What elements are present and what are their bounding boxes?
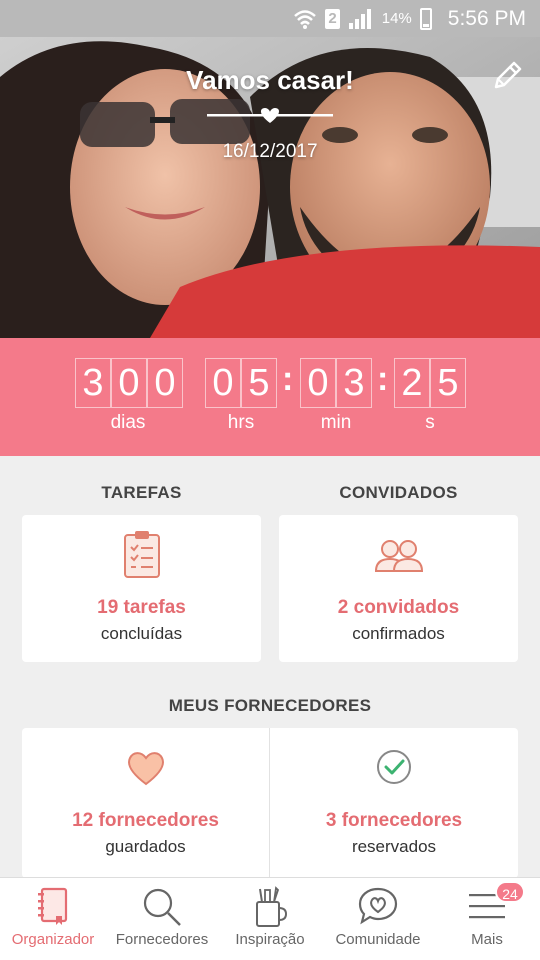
couple-photo-header[interactable]: Vamos casar! 16/12/2017	[0, 37, 540, 338]
heart-icon	[127, 752, 164, 786]
countdown-digit: 5	[241, 358, 277, 408]
countdown-digit: 0	[205, 358, 241, 408]
countdown-digit: 0	[147, 358, 183, 408]
guests-icon	[374, 540, 423, 572]
battery-percent: 14%	[381, 10, 412, 27]
signal-icon	[348, 8, 371, 29]
nav-label: Comunidade	[335, 931, 421, 948]
nav-inspiracao[interactable]: Inspiração	[218, 878, 322, 960]
bottom-navigation: Organizador Fornecedores Inspiração Comu…	[0, 877, 540, 960]
status-bar: 2 14% 5:56 PM	[0, 0, 540, 37]
booked-vendors-sublabel: reservados	[351, 837, 437, 856]
guests-count: 2 convidados	[337, 597, 460, 618]
checkmark-circle-icon	[377, 750, 411, 784]
countdown-label-seconds: s	[425, 412, 435, 433]
booked-vendors-card[interactable]: 3 fornecedores reservados	[270, 728, 518, 878]
tasks-count: 19 tarefas	[97, 597, 186, 618]
hero-title: Vamos casar!	[186, 65, 354, 95]
tasks-card[interactable]: 19 tarefas concluídas	[22, 515, 261, 662]
saved-vendors-sublabel: guardados	[105, 837, 186, 856]
nav-label: Mais	[471, 931, 503, 948]
nav-label: Organizador	[11, 931, 95, 948]
nav-label: Fornecedores	[115, 931, 209, 948]
countdown-digit: 3	[336, 358, 372, 408]
saved-vendors-count: 12 fornecedores	[72, 810, 219, 831]
chat-heart-icon	[358, 887, 398, 925]
battery-icon	[419, 7, 432, 30]
countdown-days: 3 0 0	[75, 358, 183, 408]
notification-badge: 24	[495, 881, 525, 903]
guests-heading: CONVIDADOS	[339, 483, 458, 502]
countdown-separator: :	[282, 360, 294, 398]
guests-sublabel: confirmados	[352, 624, 445, 643]
countdown-label-minutes: min	[320, 412, 352, 433]
countdown-digit: 3	[75, 358, 111, 408]
vendors-heading: MEUS FORNECEDORES	[168, 696, 372, 715]
tasks-sublabel: concluídas	[100, 624, 183, 643]
wedding-date: 16/12/2017	[222, 141, 318, 162]
guests-card[interactable]: 2 convidados confirmados	[279, 515, 518, 662]
planner-icon	[38, 887, 68, 925]
countdown-separator: :	[377, 360, 389, 398]
search-icon	[143, 888, 181, 926]
nav-fornecedores[interactable]: Fornecedores	[108, 878, 216, 960]
countdown-digit: 0	[300, 358, 336, 408]
countdown-digit: 5	[430, 358, 466, 408]
countdown-seconds: 2 5	[394, 358, 466, 408]
countdown-label-hours: hrs	[227, 412, 255, 433]
nav-label: Inspiração	[235, 931, 305, 948]
checklist-icon	[123, 531, 160, 578]
heart-divider	[207, 108, 333, 123]
countdown-digit: 2	[394, 358, 430, 408]
sim-badge: 2	[325, 8, 340, 29]
booked-vendors-count: 3 fornecedores	[325, 810, 463, 831]
countdown-digit: 0	[111, 358, 147, 408]
inspiration-icon	[256, 886, 288, 927]
wifi-icon	[294, 9, 317, 29]
saved-vendors-card[interactable]: 12 fornecedores guardados	[22, 728, 269, 878]
edit-icon[interactable]	[490, 59, 524, 93]
countdown-banner: 3 0 0 0 5 : 0 3 : 2 5 dias hrs min s	[0, 338, 540, 456]
countdown-label-days: dias	[110, 412, 146, 433]
countdown-minutes: 0 3	[300, 358, 372, 408]
countdown-hours: 0 5	[205, 358, 277, 408]
tasks-heading: TAREFAS	[101, 483, 182, 502]
clock: 5:56 PM	[447, 6, 526, 30]
nav-comunidade[interactable]: Comunidade	[324, 878, 432, 960]
nav-organizador[interactable]: Organizador	[0, 878, 106, 960]
